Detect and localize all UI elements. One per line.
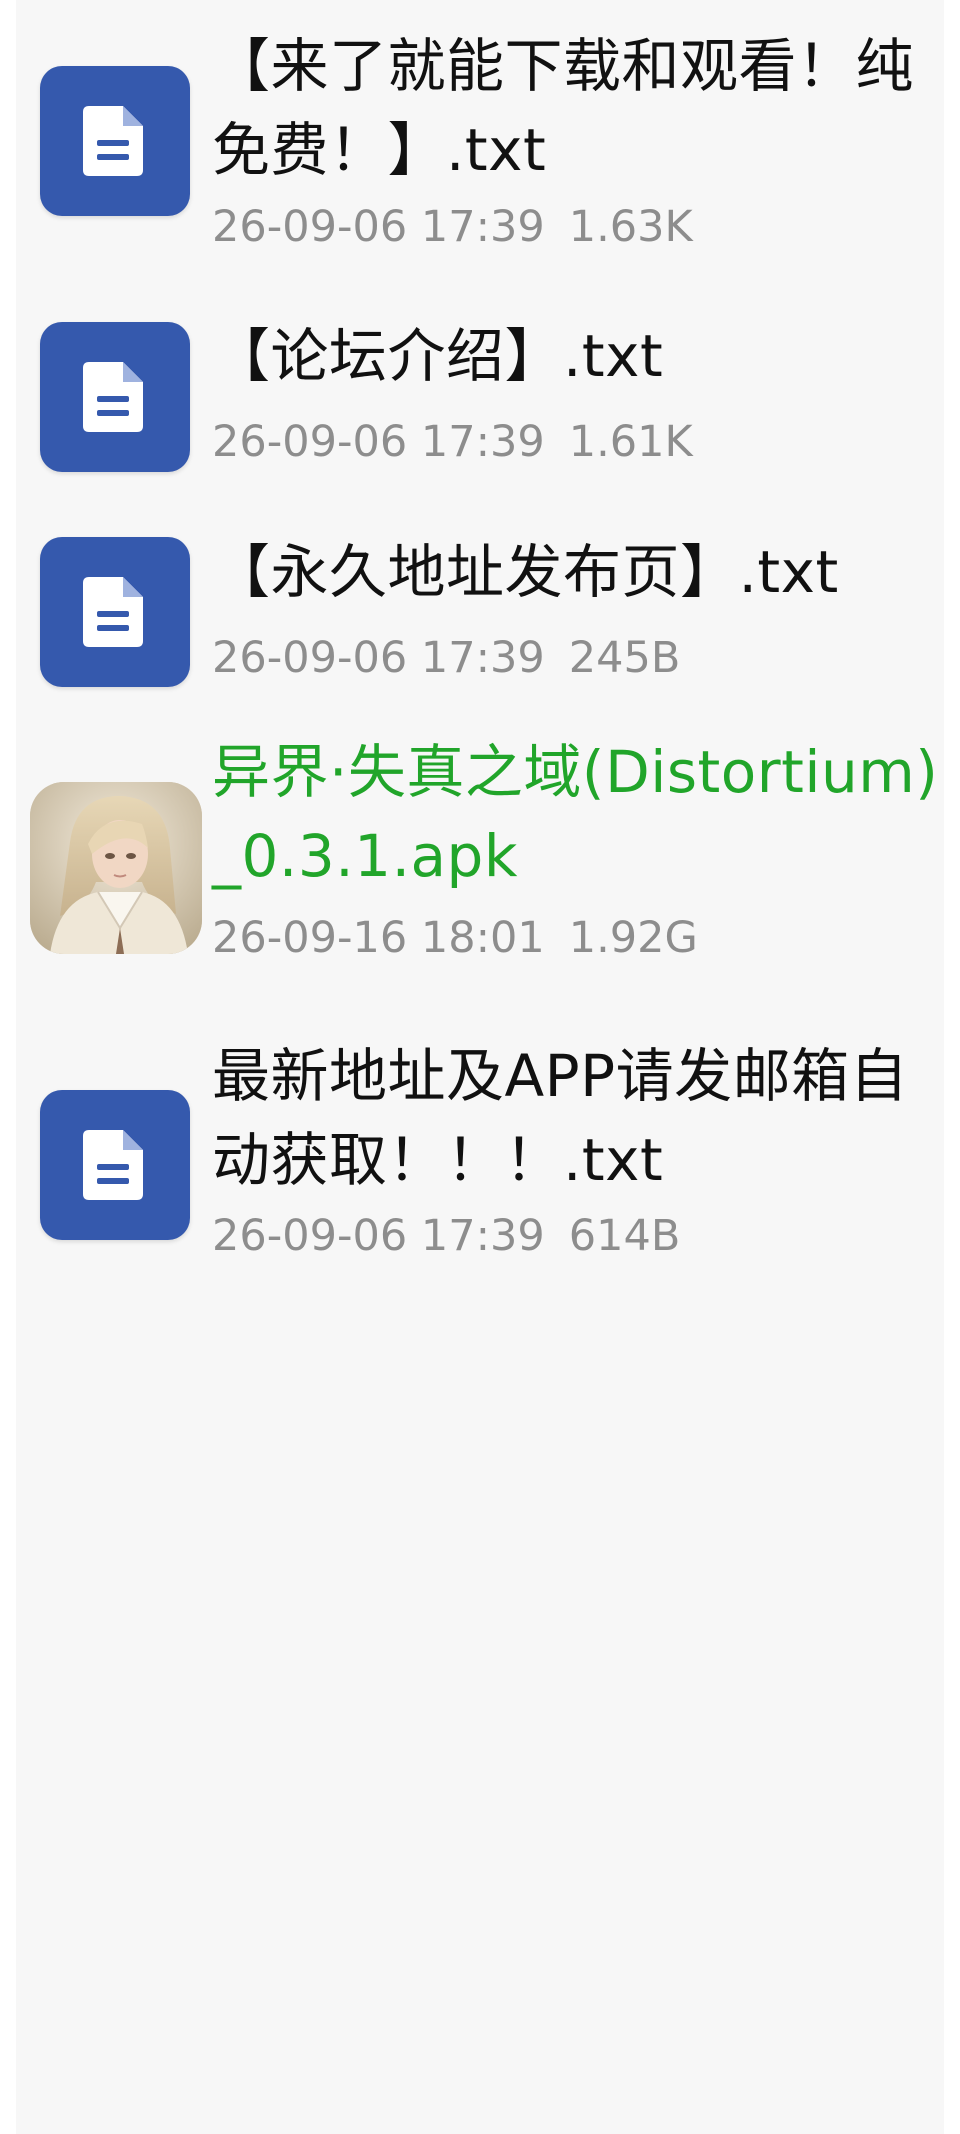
file-manager-screen: 【来了就能下载和观看！纯免费！】.txt 26-09-06 17:39 1.63K… — [0, 0, 960, 2134]
list-item[interactable]: 【论坛介绍】.txt 26-09-06 17:39 1.61K — [16, 270, 944, 472]
file-size: 245B — [568, 633, 681, 683]
list-item[interactable]: 【永久地址发布页】.txt 26-09-06 17:39 245B — [16, 485, 944, 700]
file-meta: 26-09-06 17:39 1.63K — [212, 199, 940, 255]
file-date: 26-09-06 17:39 — [212, 202, 545, 252]
file-size: 1.61K — [568, 417, 693, 467]
list-item[interactable]: 最新地址及APP请发邮箱自动获取！！！.txt 26-09-06 17:39 61… — [16, 1030, 944, 1280]
file-meta: 26-09-06 17:39 1.61K — [212, 414, 940, 470]
file-size: 1.92G — [568, 913, 698, 963]
file-name: 最新地址及APP请发邮箱自动获取！！！.txt — [212, 1042, 909, 1194]
document-icon — [40, 537, 190, 687]
app-thumbnail-icon — [30, 782, 202, 954]
document-glyph-icon — [83, 106, 143, 176]
file-size: 1.63K — [568, 202, 693, 252]
document-glyph-icon — [83, 577, 143, 647]
list-item[interactable]: 异界·失真之域(Distortium)_0.3.1.apk 26-09-16 1… — [16, 730, 944, 1010]
file-date: 26-09-06 17:39 — [212, 417, 545, 467]
document-icon — [40, 1090, 190, 1240]
file-meta: 26-09-06 17:39 245B — [212, 630, 940, 686]
file-date: 26-09-06 17:39 — [212, 1211, 545, 1261]
file-meta: 26-09-16 18:01 1.92G — [212, 910, 940, 966]
file-name: 【永久地址发布页】.txt — [212, 538, 839, 606]
file-name: 异界·失真之域(Distortium)_0.3.1.apk — [212, 738, 939, 890]
file-date: 26-09-16 18:01 — [212, 913, 545, 963]
file-meta: 26-09-06 17:39 614B — [212, 1208, 940, 1264]
document-glyph-icon — [83, 362, 143, 432]
app-thumbnail-picture — [30, 782, 202, 954]
file-name: 【论坛介绍】.txt — [212, 322, 664, 390]
list-item[interactable]: 【来了就能下载和观看！纯免费！】.txt 26-09-06 17:39 1.63K — [16, 0, 944, 258]
document-icon — [40, 322, 190, 472]
file-size: 614B — [568, 1211, 681, 1261]
file-name: 【来了就能下载和观看！纯免费！】.txt — [212, 32, 915, 184]
file-list: 【来了就能下载和观看！纯免费！】.txt 26-09-06 17:39 1.63K… — [16, 0, 944, 2134]
file-date: 26-09-06 17:39 — [212, 633, 545, 683]
document-icon — [40, 66, 190, 216]
document-glyph-icon — [83, 1130, 143, 1200]
